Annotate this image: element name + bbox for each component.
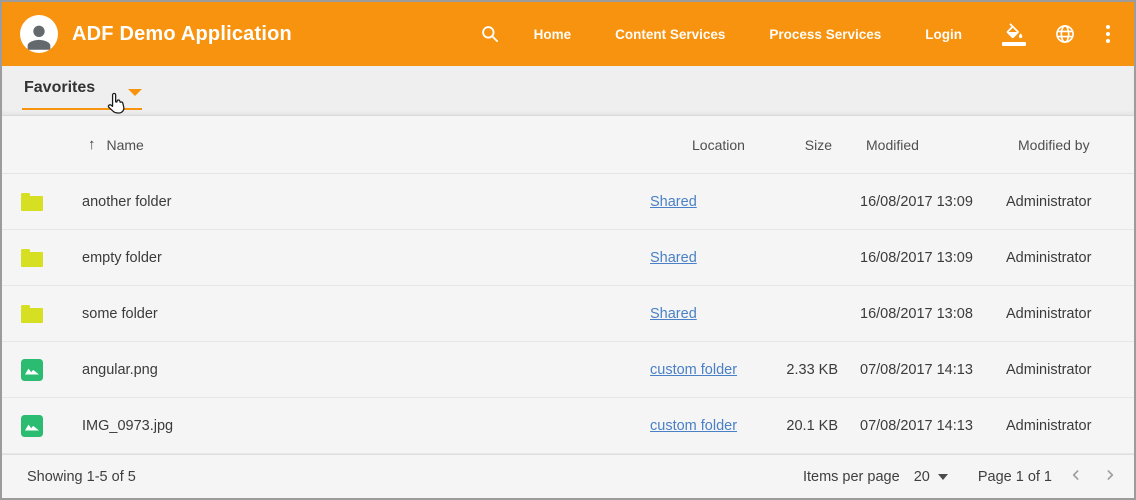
tab-bar: Favorites	[2, 66, 1134, 116]
previous-page-button[interactable]	[1066, 465, 1086, 488]
table-row[interactable]: IMG_0973.jpg custom folder 20.1 KB 07/08…	[2, 398, 1134, 454]
cell-modified-by: Administrator	[994, 362, 1134, 378]
cell-modified: 16/08/2017 13:09	[848, 250, 994, 266]
nav-content-services[interactable]: Content Services	[615, 27, 725, 42]
column-header-modified-by[interactable]: Modified by	[994, 137, 1134, 153]
location-link[interactable]: Shared	[650, 250, 697, 266]
items-per-page-label: Items per page	[803, 469, 900, 485]
location-link[interactable]: custom folder	[650, 418, 737, 434]
folder-icon	[2, 193, 62, 211]
table-header-row: ↑ Name Location Size Modified Modified b…	[2, 116, 1134, 174]
tab-favorites[interactable]: Favorites	[24, 79, 95, 97]
nav-process-services[interactable]: Process Services	[769, 27, 881, 42]
more-vert-icon[interactable]	[1100, 23, 1116, 45]
showing-range-label: Showing 1-5 of 5	[27, 469, 136, 485]
document-list: ↑ Name Location Size Modified Modified b…	[2, 116, 1134, 454]
column-header-location[interactable]: Location	[640, 137, 770, 153]
items-per-page-select[interactable]: 20	[914, 469, 948, 485]
table-row[interactable]: empty folder Shared 16/08/2017 13:09 Adm…	[2, 230, 1134, 286]
cell-modified-by: Administrator	[994, 418, 1134, 434]
color-fill-icon[interactable]	[998, 19, 1030, 50]
cell-name[interactable]: another folder	[62, 194, 640, 210]
cell-modified: 07/08/2017 14:13	[848, 362, 994, 378]
language-globe-icon[interactable]	[1050, 19, 1080, 49]
column-header-size[interactable]: Size	[770, 137, 848, 153]
cell-size: 2.33 KB	[770, 362, 848, 378]
image-file-icon	[2, 359, 62, 381]
image-file-icon	[2, 415, 62, 437]
column-header-modified[interactable]: Modified	[848, 137, 994, 153]
app-header: ADF Demo Application Home Content Servic…	[2, 2, 1134, 66]
dropdown-caret-icon	[938, 474, 948, 480]
avatar[interactable]	[20, 15, 58, 53]
cell-modified: 16/08/2017 13:09	[848, 194, 994, 210]
folder-icon	[2, 249, 62, 267]
folder-icon	[2, 305, 62, 323]
cell-name[interactable]: angular.png	[62, 362, 640, 378]
cell-size: 20.1 KB	[770, 418, 848, 434]
app-title: ADF Demo Application	[72, 23, 292, 46]
cell-name[interactable]: empty folder	[62, 250, 640, 266]
active-tab-underline	[22, 108, 142, 110]
column-header-name[interactable]: ↑ Name	[62, 136, 640, 153]
theme-color-bar	[1002, 42, 1026, 46]
nav-login[interactable]: Login	[925, 27, 962, 42]
cell-name[interactable]: some folder	[62, 306, 640, 322]
location-link[interactable]: Shared	[650, 306, 697, 322]
person-icon	[22, 20, 56, 53]
cell-modified-by: Administrator	[994, 306, 1134, 322]
sort-asc-icon: ↑	[88, 136, 96, 153]
table-row[interactable]: angular.png custom folder 2.33 KB 07/08/…	[2, 342, 1134, 398]
location-link[interactable]: Shared	[650, 194, 697, 210]
table-row[interactable]: some folder Shared 16/08/2017 13:08 Admi…	[2, 286, 1134, 342]
search-icon[interactable]	[476, 20, 504, 48]
mouse-hand-cursor	[105, 91, 128, 116]
app-window: ADF Demo Application Home Content Servic…	[0, 0, 1136, 500]
table-row[interactable]: another folder Shared 16/08/2017 13:09 A…	[2, 174, 1134, 230]
cell-modified-by: Administrator	[994, 250, 1134, 266]
cell-modified: 07/08/2017 14:13	[848, 418, 994, 434]
cell-modified: 16/08/2017 13:08	[848, 306, 994, 322]
location-link[interactable]: custom folder	[650, 362, 737, 378]
main-nav: Home Content Services Process Services L…	[534, 27, 962, 42]
nav-home[interactable]: Home	[534, 27, 572, 42]
tab-dropdown-caret-icon[interactable]	[128, 89, 142, 96]
cell-name[interactable]: IMG_0973.jpg	[62, 418, 640, 434]
cell-modified-by: Administrator	[994, 194, 1134, 210]
pagination-bar: Showing 1-5 of 5 Items per page 20 Page …	[2, 454, 1134, 498]
page-label: Page 1 of 1	[978, 469, 1052, 485]
next-page-button[interactable]	[1100, 465, 1120, 488]
